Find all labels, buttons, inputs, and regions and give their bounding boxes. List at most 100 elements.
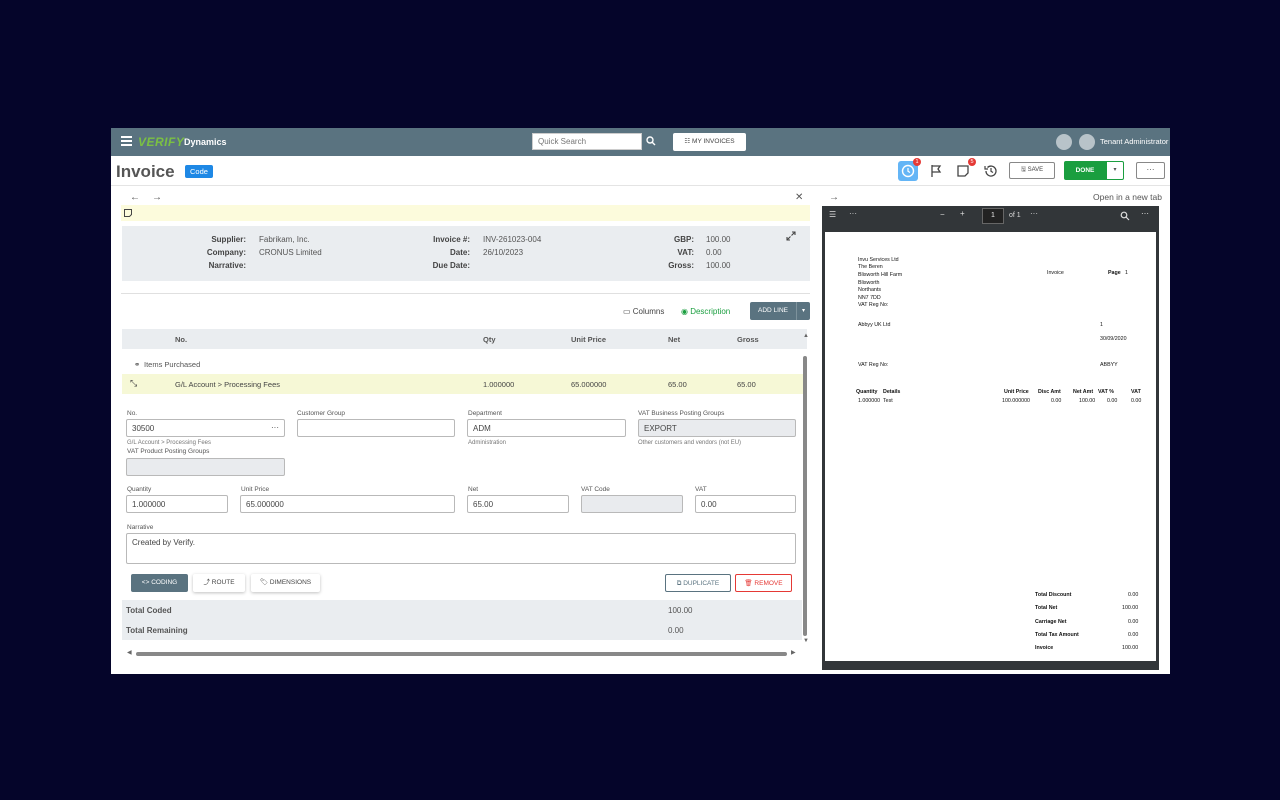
pdf-search-icon[interactable] (1120, 211, 1130, 221)
narrative-field[interactable]: Created by Verify. (126, 533, 796, 564)
columns-button[interactable]: ▭ Columns (623, 307, 664, 316)
description-button[interactable]: ◉ Description (681, 307, 730, 316)
total-remaining-value: 0.00 (668, 626, 684, 635)
collapse-icon[interactable]: ⤡ (130, 378, 137, 389)
duplicate-button[interactable]: ⧉ DUPLICATE (665, 574, 731, 592)
pdf-menu-icon[interactable]: ⋯ (1141, 209, 1149, 218)
vertical-scrollbar[interactable] (803, 356, 807, 636)
pdf-text: Page (1108, 270, 1121, 276)
pdf-text: 100.00 (1079, 398, 1096, 404)
col-net[interactable]: Net (668, 335, 680, 344)
done-button[interactable]: DONE (1064, 161, 1106, 180)
save-button[interactable]: 🖫 SAVE (1009, 162, 1055, 179)
pdf-text: Details (883, 389, 901, 395)
coding-button[interactable]: <> CODING (131, 574, 188, 592)
vat-business-label: VAT Business Posting Groups (638, 410, 725, 417)
back-arrow-icon[interactable]: ← (130, 192, 140, 203)
history-icon[interactable] (981, 161, 1001, 181)
table-row[interactable]: ⤡ G/L Account > Processing Fees 1.000000… (122, 374, 807, 394)
notes-badge: 5 (968, 158, 976, 166)
outline-icon[interactable]: ☰ (829, 210, 836, 219)
vat-product-field[interactable] (126, 458, 285, 476)
flag-icon[interactable] (926, 161, 946, 181)
open-new-tab-link[interactable]: Open in a new tab (1093, 192, 1162, 202)
scroll-up-icon[interactable]: ▲ (803, 333, 809, 339)
menu-icon[interactable] (121, 136, 132, 147)
search-icon[interactable] (645, 135, 657, 147)
my-invoices-button[interactable]: ☷ MY INVOICES (673, 133, 746, 151)
collapse-viewer-arrow-icon[interactable]: → (829, 192, 839, 203)
description-label: Description (690, 307, 731, 316)
scroll-right-icon[interactable]: ▶ (791, 649, 796, 656)
invoice-summary: Supplier: Fabrikam, Inc. Company: CRONUS… (122, 226, 810, 281)
no-field[interactable]: 30500 ··· (126, 419, 285, 437)
pdf-text: Blisworth Hill Farm (858, 272, 903, 278)
remove-button[interactable]: 🗑 REMOVE (735, 574, 792, 592)
done-dropdown-button[interactable]: ▾ (1106, 161, 1124, 180)
horizontal-scrollbar[interactable] (136, 652, 787, 656)
close-icon[interactable]: ✕ (795, 192, 803, 203)
no-label: No. (127, 410, 138, 417)
user-name[interactable]: Tenant Administrator (1100, 137, 1168, 146)
pdf-text: Unit Price (1004, 389, 1029, 395)
status-badge: Code (185, 165, 213, 178)
vat-label: VAT: (677, 248, 694, 257)
zoom-out-icon[interactable]: − (940, 210, 945, 219)
more-button[interactable]: ··· (1136, 162, 1165, 179)
vat-product-label: VAT Product Posting Groups (127, 448, 210, 455)
user-avatar-icon[interactable] (1079, 134, 1095, 150)
pdf-text: VAT % (1098, 389, 1114, 395)
sticky-note-icon[interactable] (123, 208, 133, 218)
calendar-icon: ▭ (623, 307, 633, 316)
quick-search-input[interactable]: Quick Search (532, 133, 642, 150)
net-field[interactable]: 65.00 (467, 495, 569, 513)
note-bar[interactable] (121, 205, 810, 221)
col-qty[interactable]: Qty (483, 335, 496, 344)
add-line-dropdown-icon[interactable]: ▾ (796, 302, 810, 320)
vat-field[interactable]: 0.00 (695, 495, 796, 513)
eye-icon: ◉ (681, 307, 691, 316)
pdf-text: Disc Amt (1038, 389, 1061, 395)
ellipsis-icon[interactable]: ··· (271, 423, 279, 432)
col-unit-price[interactable]: Unit Price (571, 335, 606, 344)
route-button[interactable]: ⤴ ROUTE (193, 574, 245, 592)
add-line-button[interactable]: ADD LINE ▾ (750, 302, 810, 320)
cell-unit-price: 65.000000 (571, 380, 607, 389)
notes-button[interactable]: 5 (953, 158, 976, 181)
pdf-more-icon[interactable]: ··· (1030, 209, 1038, 218)
quantity-field[interactable]: 1.000000 (126, 495, 228, 513)
dimensions-button[interactable]: 🏷 DIMENSIONS (251, 574, 320, 592)
vat-value: 0.00 (706, 248, 722, 257)
unit-price-label: Unit Price (241, 486, 270, 493)
zoom-in-icon[interactable]: + (960, 209, 965, 218)
forward-arrow-icon[interactable]: → (152, 192, 162, 203)
company-label: Company: (206, 248, 246, 257)
vat-code-field[interactable] (581, 495, 683, 513)
group-row[interactable]: ⚭ Items Purchased (122, 354, 807, 374)
scroll-down-icon[interactable]: ▼ (803, 638, 809, 644)
top-bar: VERIFY Dynamics Quick Search ☷ MY INVOIC… (111, 128, 1170, 156)
scroll-left-icon[interactable]: ◀ (127, 649, 132, 656)
pdf-more-left-icon[interactable]: ··· (849, 209, 857, 218)
customer-group-field[interactable] (297, 419, 455, 437)
expand-icon[interactable] (786, 231, 796, 241)
page-number-input[interactable]: 1 (982, 208, 1004, 224)
vat-business-field[interactable]: EXPORT (638, 419, 796, 437)
customer-group-label: Customer Group (297, 410, 346, 417)
department-label: Department (468, 410, 502, 417)
unit-price-field[interactable]: 65.000000 (240, 495, 455, 513)
department-hint: Administration (468, 440, 507, 446)
pdf-text: 1.000000 (858, 398, 881, 404)
pdf-page: Invu Services Ltd The Beren Blisworth Hi… (825, 232, 1156, 661)
vat-business-hint: Other customers and vendors (not EU) (638, 440, 742, 446)
gross-label: Gross: (668, 261, 694, 270)
clock-button[interactable]: 1 (898, 158, 921, 181)
pdf-text: Total Net (1035, 605, 1058, 611)
pdf-text: 1 (1100, 322, 1103, 328)
department-field[interactable]: ADM (467, 419, 626, 437)
notification-icon[interactable] (1056, 134, 1072, 150)
col-gross[interactable]: Gross (737, 335, 759, 344)
pdf-text: 0.00 (1128, 632, 1139, 638)
pdf-text: 0.00 (1128, 619, 1139, 625)
col-no[interactable]: No. (175, 335, 187, 344)
